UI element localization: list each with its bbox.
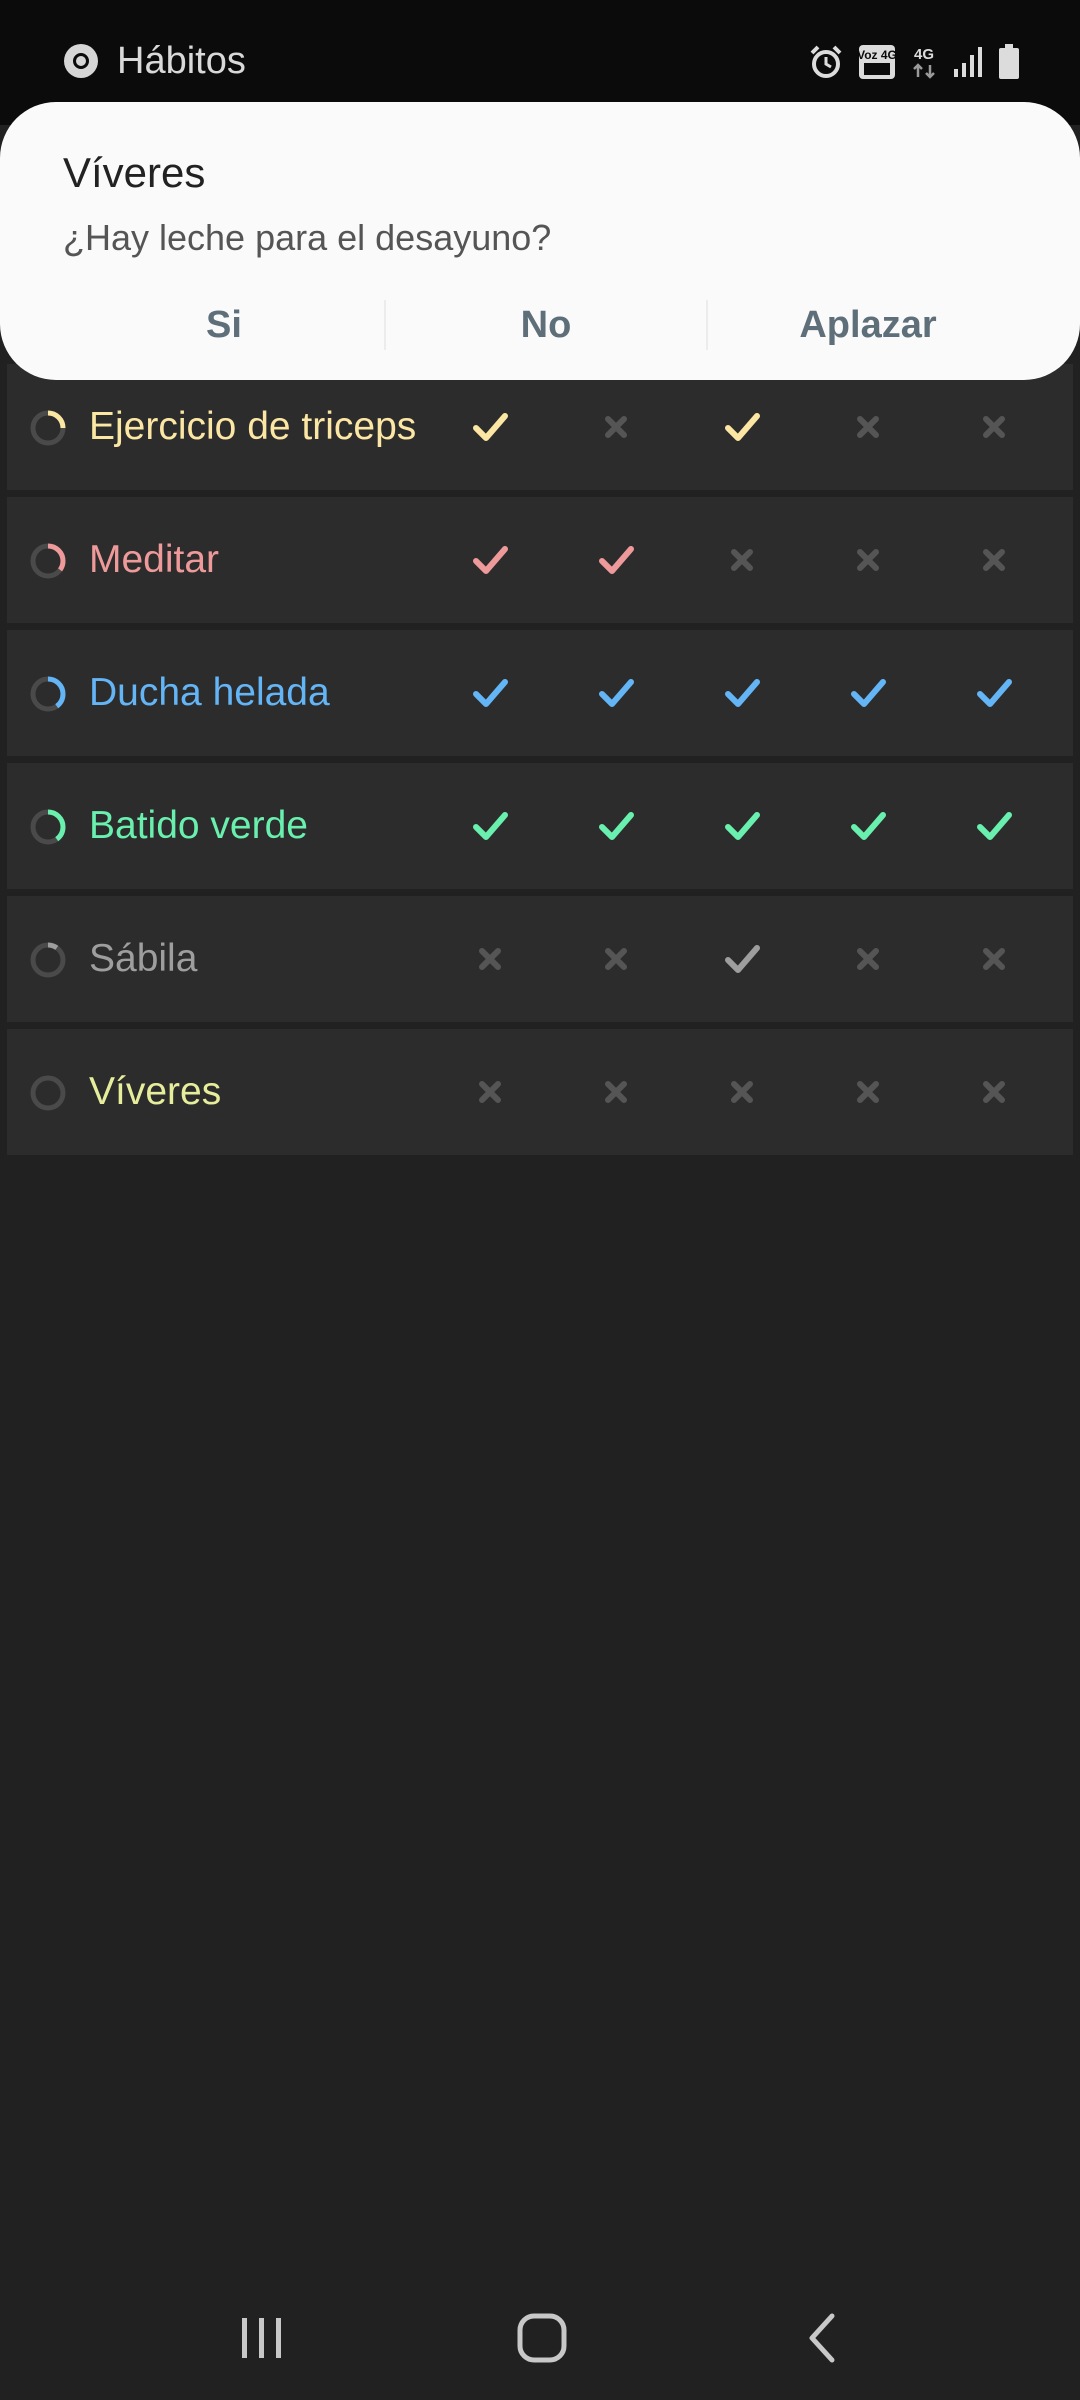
notification-snooze-button[interactable]: Aplazar (708, 290, 1028, 360)
network-4g-icon: 4G (910, 43, 938, 81)
cross-icon[interactable] (468, 1070, 512, 1114)
cross-icon[interactable] (846, 405, 890, 449)
cross-icon[interactable] (594, 1070, 638, 1114)
habit-row[interactable]: Ejercicio de triceps (7, 364, 1073, 490)
habit-score-ring-icon (28, 674, 68, 714)
habit-score-ring-icon (28, 408, 68, 448)
habit-row[interactable]: Ducha helada (7, 630, 1073, 756)
habit-name: Sábila (89, 937, 198, 980)
check-icon[interactable] (468, 538, 512, 582)
check-icon[interactable] (594, 804, 638, 848)
habit-list: Ejercicio de triceps Meditar Ducha helada B… (7, 364, 1073, 1162)
notification-yes-button[interactable]: Si (64, 290, 384, 360)
screen: Hábitos Voz 4G 4G Víveres ¿Hay leche par… (0, 0, 1080, 2400)
habit-row[interactable]: Sábila (7, 896, 1073, 1022)
status-app-name: Hábitos (117, 40, 246, 82)
recents-icon[interactable] (222, 2298, 302, 2378)
habit-row[interactable]: Meditar (7, 497, 1073, 623)
habit-name: Ejercicio de triceps (89, 405, 417, 448)
check-icon[interactable] (720, 937, 764, 981)
cross-icon[interactable] (720, 1070, 764, 1114)
notification-text: ¿Hay leche para el desayuno? (63, 217, 552, 258)
cross-icon[interactable] (594, 405, 638, 449)
check-icon[interactable] (846, 804, 890, 848)
status-icons: Voz 4G 4G (808, 40, 1020, 84)
svg-text:Voz 4G: Voz 4G (858, 48, 896, 62)
habit-name: Ducha helada (89, 671, 330, 714)
notification-title: Víveres (63, 149, 206, 196)
habit-score-ring-icon (28, 541, 68, 581)
check-icon[interactable] (594, 538, 638, 582)
navigation-bar (0, 2270, 1080, 2400)
check-icon[interactable] (720, 405, 764, 449)
habit-name: Meditar (89, 538, 220, 581)
check-icon[interactable] (468, 804, 512, 848)
habit-name: Víveres (89, 1070, 222, 1113)
check-icon[interactable] (468, 405, 512, 449)
habit-score-ring-icon (28, 940, 68, 980)
volte-icon: Voz 4G (858, 44, 896, 80)
cross-icon[interactable] (972, 1070, 1016, 1114)
check-icon[interactable] (720, 804, 764, 848)
habit-score-ring-icon (28, 1073, 68, 1113)
cross-icon[interactable] (846, 937, 890, 981)
check-icon[interactable] (972, 671, 1016, 715)
back-icon[interactable] (784, 2298, 864, 2378)
battery-icon (998, 44, 1020, 80)
cross-icon[interactable] (720, 538, 764, 582)
cross-icon[interactable] (846, 1070, 890, 1114)
cross-icon[interactable] (468, 937, 512, 981)
check-icon[interactable] (594, 671, 638, 715)
cross-icon[interactable] (972, 937, 1016, 981)
svg-text:4G: 4G (914, 46, 934, 63)
habit-score-ring-icon (28, 807, 68, 847)
home-icon[interactable] (502, 2298, 582, 2378)
cross-icon[interactable] (972, 405, 1016, 449)
reminder-notification[interactable]: Víveres ¿Hay leche para el desayuno? Si … (0, 102, 1080, 380)
habits-app-icon (64, 44, 98, 78)
cross-icon[interactable] (846, 538, 890, 582)
habit-row[interactable]: Batido verde (7, 763, 1073, 889)
habit-name: Batido verde (89, 804, 308, 847)
check-icon[interactable] (972, 804, 1016, 848)
habit-row[interactable]: Víveres (7, 1029, 1073, 1155)
cross-icon[interactable] (594, 937, 638, 981)
signal-icon (952, 45, 984, 79)
cross-icon[interactable] (972, 538, 1016, 582)
notification-no-button[interactable]: No (386, 290, 706, 360)
notification-actions: Si No Aplazar (0, 290, 1080, 360)
check-icon[interactable] (846, 671, 890, 715)
check-icon[interactable] (720, 671, 764, 715)
check-icon[interactable] (468, 671, 512, 715)
alarm-icon (808, 44, 844, 80)
